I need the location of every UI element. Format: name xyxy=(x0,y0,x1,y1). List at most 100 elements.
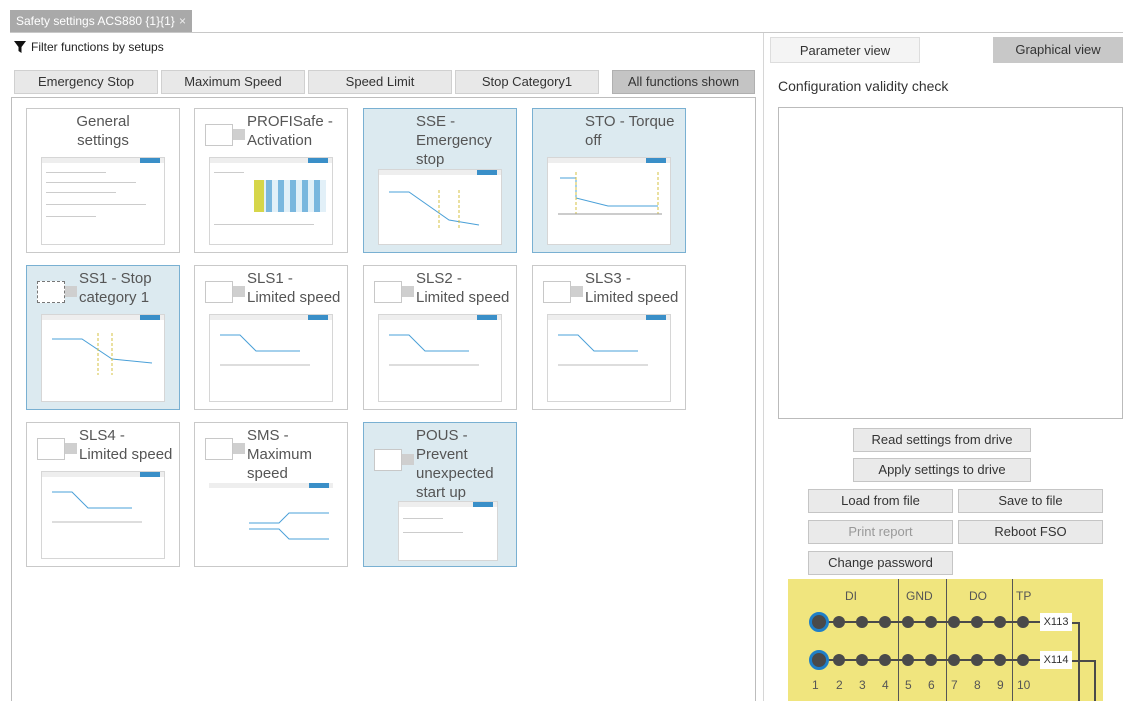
tile-title: SLS3 - Limited speed xyxy=(585,270,679,306)
pin-number: 2 xyxy=(836,678,843,692)
filter-text: Filter functions by setups xyxy=(31,40,164,54)
terminal-pin[interactable] xyxy=(856,616,868,628)
tile-title: SSE - Emergency stop xyxy=(416,113,492,168)
terminal-pin[interactable] xyxy=(994,616,1006,628)
tab-parameter-view[interactable]: Parameter view xyxy=(770,37,920,63)
tile-sls3-limited-speed[interactable]: SLS3 - Limited speed xyxy=(532,265,686,410)
filter-icon xyxy=(14,41,26,53)
tile-checkbox[interactable] xyxy=(374,281,402,303)
print-report-button[interactable]: Print report xyxy=(808,520,953,544)
terminal-pin[interactable] xyxy=(971,616,983,628)
tile-checkbox[interactable] xyxy=(205,438,233,460)
tile-sms-maximum-speed[interactable]: SMS - Maximum speed xyxy=(194,422,348,567)
connector-x113: X113 xyxy=(1040,613,1072,631)
read-settings-button[interactable]: Read settings from drive xyxy=(853,428,1031,452)
plug-icon xyxy=(233,443,245,454)
terminal-pin[interactable] xyxy=(971,654,983,666)
pin-number: 7 xyxy=(951,678,958,692)
tile-title: SS1 - Stop category 1 xyxy=(79,270,152,306)
apply-settings-button[interactable]: Apply settings to drive xyxy=(853,458,1031,482)
tile-checkbox[interactable] xyxy=(205,124,233,146)
terminal-pin[interactable] xyxy=(925,654,937,666)
pin-number: 6 xyxy=(928,678,935,692)
group-label-do: DO xyxy=(969,589,987,603)
terminal-pin[interactable] xyxy=(948,616,960,628)
tile-thumbnail xyxy=(378,169,502,245)
plug-icon xyxy=(65,286,77,297)
terminal-pin[interactable] xyxy=(925,616,937,628)
tile-title: POUS - Prevent unexpected start up xyxy=(416,427,494,501)
tile-pous-prevent-unexpected-start-up[interactable]: POUS - Prevent unexpected start up xyxy=(363,422,517,567)
tile-thumbnail xyxy=(398,501,498,561)
filter-stop-category1-button[interactable]: Stop Category1 xyxy=(455,70,599,94)
terminal-pin[interactable] xyxy=(948,654,960,666)
tile-thumbnail xyxy=(41,471,165,559)
tile-ss1-stop-category-1[interactable]: SS1 - Stop category 1 xyxy=(26,265,180,410)
tile-sls1-limited-speed[interactable]: SLS1 - Limited speed xyxy=(194,265,348,410)
terminal-pin[interactable] xyxy=(994,654,1006,666)
terminal-pin[interactable] xyxy=(1017,654,1029,666)
validity-title: Configuration validity check xyxy=(778,78,949,94)
filter-speed-limit-button[interactable]: Speed Limit xyxy=(308,70,452,94)
tile-checkbox[interactable] xyxy=(37,438,65,460)
pin-number: 4 xyxy=(882,678,889,692)
tab-graphical-view[interactable]: Graphical view xyxy=(993,37,1123,63)
tile-checkbox[interactable] xyxy=(37,281,65,303)
save-to-file-button[interactable]: Save to file xyxy=(958,489,1103,513)
terminal-pin[interactable] xyxy=(879,616,891,628)
panel-divider xyxy=(763,33,764,701)
tile-thumbnail xyxy=(547,157,671,245)
pin-number: 1 xyxy=(812,678,819,692)
tile-checkbox[interactable] xyxy=(205,281,233,303)
tile-checkbox[interactable] xyxy=(374,449,402,471)
tile-thumbnail xyxy=(547,314,671,402)
connector-wire xyxy=(1072,660,1096,662)
tile-thumbnail xyxy=(209,483,333,559)
group-separator xyxy=(1012,579,1013,701)
terminal-pin[interactable] xyxy=(902,616,914,628)
tile-sto-torque-off[interactable]: STO - Torque off xyxy=(532,108,686,253)
tile-thumbnail xyxy=(41,314,165,402)
tile-title: SMS - Maximum speed xyxy=(247,427,313,482)
validity-output xyxy=(778,107,1123,419)
tile-title: STO - Torque off xyxy=(585,113,675,149)
group-label-tp: TP xyxy=(1016,589,1032,603)
tile-general-settings[interactable]: General settings xyxy=(26,108,180,253)
connector-x114: X114 xyxy=(1040,651,1072,669)
filter-emergency-stop-button[interactable]: Emergency Stop xyxy=(14,70,158,94)
terminal-pin[interactable] xyxy=(1017,616,1029,628)
tile-sls4-limited-speed[interactable]: SLS4 - Limited speed xyxy=(26,422,180,567)
plug-icon xyxy=(571,286,583,297)
terminal-pin[interactable] xyxy=(833,616,845,628)
all-functions-shown-button[interactable]: All functions shown xyxy=(612,70,755,94)
close-tab-icon[interactable]: × xyxy=(179,10,186,32)
tile-sse-emergency-stop[interactable]: SSE - Emergency stop xyxy=(363,108,517,253)
tile-title: SLS2 - Limited speed xyxy=(416,270,510,306)
terminal-pin[interactable] xyxy=(879,654,891,666)
plug-icon xyxy=(402,454,414,465)
pin-number: 10 xyxy=(1017,678,1031,692)
tile-title: General settings xyxy=(76,113,130,149)
terminal-diagram: DI GND DO TP X113 X114 1 2 3 4 5 6 7 8 9… xyxy=(788,579,1103,701)
connector-wire xyxy=(1094,660,1096,701)
tile-sls2-limited-speed[interactable]: SLS2 - Limited speed xyxy=(363,265,517,410)
terminal-pin[interactable] xyxy=(833,654,845,666)
plug-icon xyxy=(233,129,245,140)
filter-maximum-speed-button[interactable]: Maximum Speed xyxy=(161,70,305,94)
tile-title: SLS4 - Limited speed xyxy=(79,427,173,463)
load-from-file-button[interactable]: Load from file xyxy=(808,489,953,513)
tile-title: PROFISafe - Activation xyxy=(247,113,333,149)
group-separator xyxy=(946,579,947,701)
terminal-pin[interactable] xyxy=(902,654,914,666)
tile-profisafe-activation[interactable]: PROFISafe - Activation xyxy=(194,108,348,253)
tile-checkbox[interactable] xyxy=(543,281,571,303)
group-separator xyxy=(898,579,899,701)
reboot-fso-button[interactable]: Reboot FSO xyxy=(958,520,1103,544)
pin-number: 9 xyxy=(997,678,1004,692)
terminal-pin[interactable] xyxy=(856,654,868,666)
change-password-button[interactable]: Change password xyxy=(808,551,953,575)
group-label-di: DI xyxy=(845,589,857,603)
document-tab[interactable]: Safety settings ACS880 {1}{1} × xyxy=(10,10,192,32)
terminal-pin-1-highlight[interactable] xyxy=(809,650,829,670)
terminal-pin-1-highlight[interactable] xyxy=(809,612,829,632)
